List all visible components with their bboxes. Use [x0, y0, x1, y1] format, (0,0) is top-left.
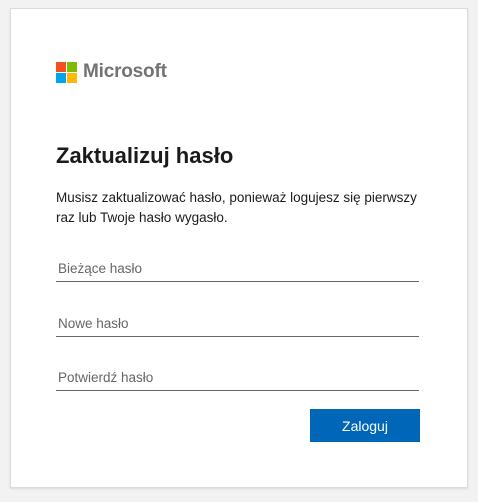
new-password-field[interactable]: [56, 311, 419, 337]
logo-square-red: [56, 61, 66, 72]
logo-square-blue: [56, 72, 66, 83]
page-title: Zaktualizuj hasło: [56, 143, 234, 168]
logo-square-green: [67, 61, 77, 72]
microsoft-logo-icon: [56, 61, 77, 83]
description-text: Musisz zaktualizować hasło, ponieważ log…: [56, 190, 417, 225]
brand-name: Microsoft: [83, 61, 167, 82]
update-password-card: Microsoft Zaktualizuj hasło Musisz zaktu…: [10, 8, 468, 488]
confirm-password-field[interactable]: [56, 365, 419, 391]
sign-in-button[interactable]: Zaloguj: [310, 409, 420, 442]
current-password-field[interactable]: [56, 256, 419, 282]
logo-square-yellow: [67, 72, 77, 83]
microsoft-logo: Microsoft: [56, 61, 167, 83]
